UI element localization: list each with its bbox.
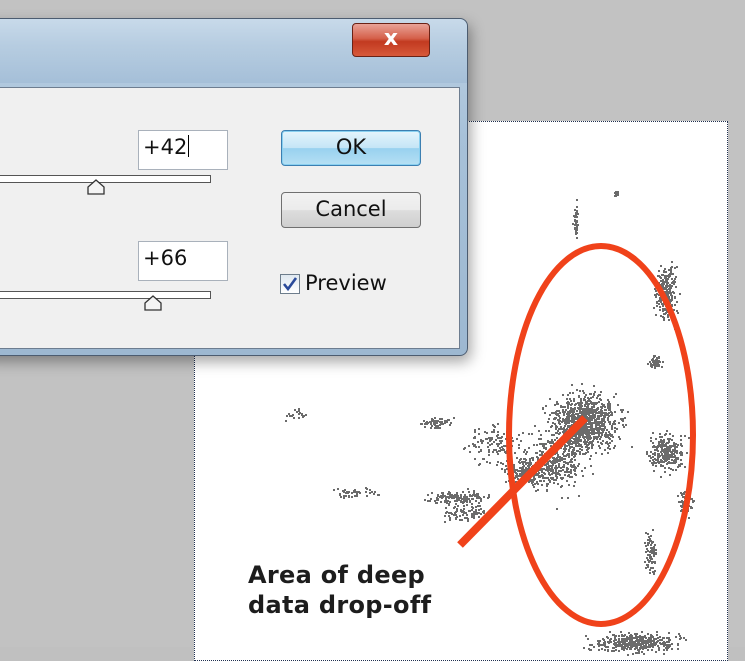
slider-thumb-icon[interactable]	[143, 295, 163, 311]
checkmark-icon	[282, 277, 298, 292]
slider-2-track	[0, 291, 211, 299]
value-field-2-text: +66	[143, 246, 188, 270]
ok-button[interactable]: OK	[281, 130, 421, 166]
callout-label-line-2: data drop-off	[248, 591, 432, 619]
preview-checkbox[interactable]	[280, 274, 300, 294]
value-field-1[interactable]: +42	[138, 130, 228, 170]
text-caret	[188, 135, 190, 157]
close-icon: x	[383, 26, 399, 51]
close-button[interactable]: x	[352, 23, 430, 57]
value-field-1-text: +42	[143, 135, 188, 159]
value-field-2[interactable]: +66	[138, 241, 228, 281]
dialog-client-area: +42 +66 OK Cancel Preview	[0, 87, 460, 349]
slider-thumb-icon[interactable]	[86, 179, 106, 195]
preview-label: Preview	[305, 271, 387, 295]
callout-label-line-1: Area of deep	[248, 561, 426, 589]
adjustment-dialog: x +42 +66 OK Cancel Preview	[0, 18, 468, 356]
cancel-button[interactable]: Cancel	[281, 192, 421, 228]
slider-2[interactable]	[0, 291, 212, 311]
slider-1[interactable]	[0, 175, 212, 195]
highlight-ellipse	[506, 243, 696, 627]
